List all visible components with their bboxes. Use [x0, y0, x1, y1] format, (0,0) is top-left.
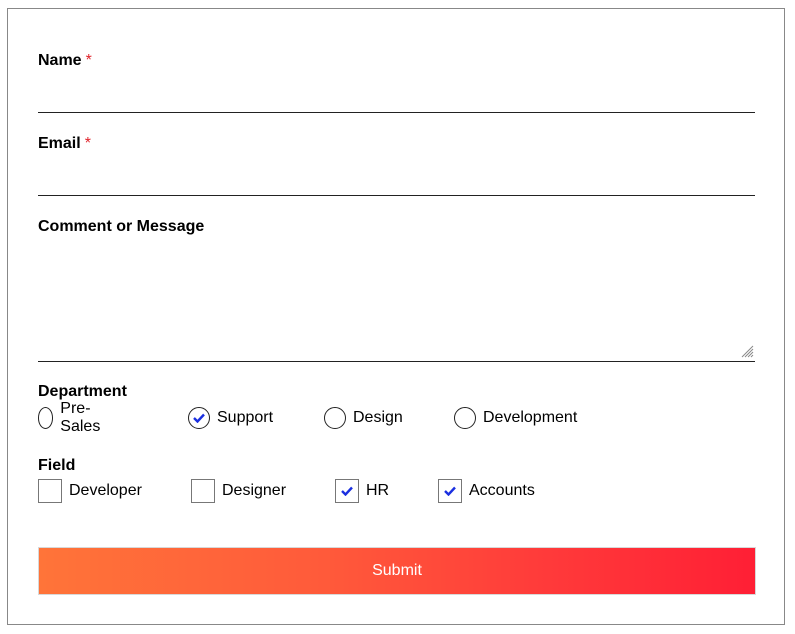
submit-button[interactable]: Submit: [38, 547, 756, 595]
checkmark-icon: [193, 413, 205, 423]
checkmark-icon: [444, 486, 456, 496]
checkbox[interactable]: [438, 479, 462, 503]
checkbox-label: Designer: [222, 482, 287, 499]
checkbox-option-designer[interactable]: Designer: [191, 478, 286, 504]
name-label: Name *: [38, 52, 92, 70]
checkbox-option-hr[interactable]: HR: [335, 478, 389, 504]
checkmark-icon: [341, 486, 353, 496]
checkbox-label: Accounts: [469, 482, 535, 499]
radio-button[interactable]: [454, 407, 476, 429]
checkbox[interactable]: [335, 479, 359, 503]
contact-form: Name * Email * Comment or Message Departme…: [7, 8, 785, 625]
radio-button[interactable]: [324, 407, 346, 429]
checkbox-option-developer[interactable]: Developer: [38, 478, 142, 504]
checkbox-label: Developer: [69, 482, 142, 499]
radio-label: Development: [483, 409, 578, 426]
radio-option-pre-sales[interactable]: Pre-Sales: [38, 400, 107, 435]
name-label-text: Name: [38, 52, 82, 69]
department-label: Department: [38, 383, 127, 400]
radio-button[interactable]: [38, 407, 54, 429]
comment-label: Comment or Message: [38, 218, 205, 235]
comment-textarea[interactable]: [38, 247, 755, 362]
checkbox-label: HR: [366, 482, 390, 499]
checkbox-option-accounts[interactable]: Accounts: [438, 478, 535, 504]
radio-label: Support: [217, 409, 274, 426]
radio-button[interactable]: [188, 407, 210, 429]
email-label-text: Email: [38, 135, 81, 152]
checkbox[interactable]: [191, 479, 215, 503]
required-asterisk: *: [84, 135, 91, 152]
radio-label: Pre-Sales: [60, 400, 101, 435]
radio-option-development[interactable]: Development: [454, 405, 577, 431]
radio-option-support[interactable]: Support: [188, 405, 273, 431]
field-label: Field: [38, 457, 76, 474]
name-input[interactable]: [38, 88, 755, 113]
required-asterisk: *: [85, 52, 92, 69]
checkbox[interactable]: [38, 479, 62, 503]
radio-option-design[interactable]: Design: [324, 405, 403, 431]
radio-label: Design: [353, 409, 403, 426]
email-input[interactable]: [38, 171, 755, 196]
email-label: Email *: [38, 135, 91, 153]
resize-grip-icon[interactable]: [741, 345, 754, 358]
